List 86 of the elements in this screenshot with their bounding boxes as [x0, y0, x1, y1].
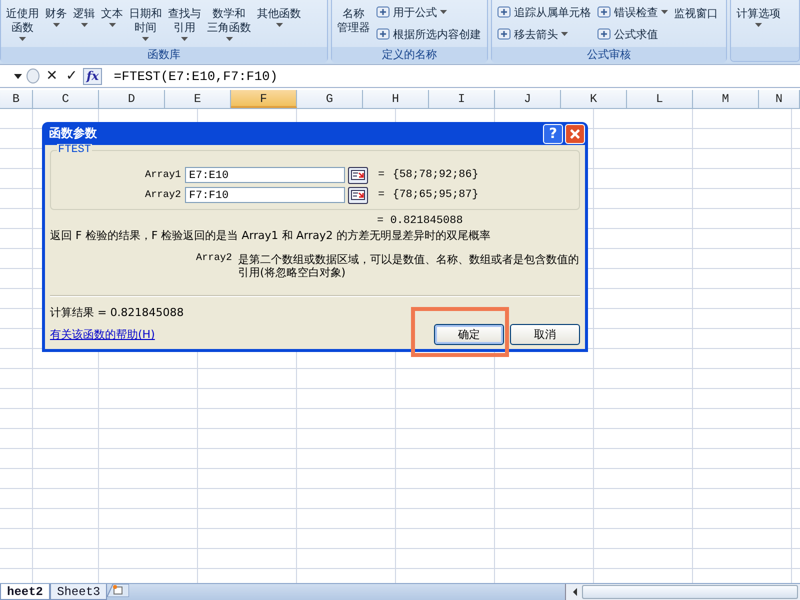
- argument-result: {78;65;95;87}: [392, 189, 478, 201]
- caret-icon: [560, 32, 568, 36]
- column-header[interactable]: J: [495, 90, 561, 108]
- cancel-button[interactable]: ✕: [44, 68, 60, 84]
- close-icon: [569, 128, 581, 140]
- range-select-icon: [351, 170, 365, 180]
- horizontal-scrollbar[interactable]: [565, 584, 800, 600]
- argument-label: Array2: [144, 190, 182, 200]
- help-link[interactable]: 有关该函数的帮助(H): [50, 327, 155, 342]
- group-footer: [731, 47, 799, 61]
- formula-text[interactable]: =FTEST(E7:E10,F7:F10): [114, 68, 278, 84]
- equals-sign: =: [378, 169, 385, 181]
- caret-icon: [660, 10, 668, 14]
- caret-icon: [276, 23, 282, 27]
- calculation-result: 计算结果 = 0.821845088: [50, 305, 185, 320]
- ribbon-button[interactable]: 数学和 三角函数: [204, 1, 254, 47]
- dialog-title: 函数参数: [49, 125, 97, 142]
- caret-icon: [142, 37, 149, 41]
- ribbon-button[interactable]: 移去箭头: [494, 23, 594, 45]
- ribbon-button[interactable]: 近使用 函数: [3, 1, 42, 47]
- caret-icon: [226, 37, 232, 41]
- sheet-tab[interactable]: heet2: [0, 584, 50, 600]
- ribbon-button[interactable]: 名称 管理器: [334, 1, 373, 47]
- ribbon-button[interactable]: 监视窗口: [670, 1, 721, 47]
- collapse-dialog-button[interactable]: [348, 186, 368, 204]
- ribbon-button[interactable]: 公式求值: [594, 23, 671, 45]
- help-button[interactable]: ?: [543, 124, 563, 144]
- ribbon-button[interactable]: 其他函数: [254, 1, 304, 47]
- ribbon-button[interactable]: 错误检查: [594, 1, 671, 23]
- ribbon-button[interactable]: 计算选项: [733, 1, 784, 47]
- column-header[interactable]: N: [759, 90, 800, 108]
- scroll-thumb[interactable]: [582, 585, 798, 599]
- column-header[interactable]: M: [693, 90, 759, 108]
- column-header[interactable]: D: [99, 90, 165, 108]
- caret-icon: [754, 23, 762, 27]
- tool-icon: [376, 27, 390, 41]
- sheet-tab[interactable]: Sheet3: [50, 584, 108, 600]
- ribbon-button[interactable]: 财务: [42, 1, 70, 47]
- ribbon-button[interactable]: 文本: [98, 1, 126, 47]
- column-header[interactable]: B: [0, 90, 33, 108]
- ribbon-button[interactable]: 根据所选内容创建: [372, 23, 484, 45]
- formula-result: = 0.821845088: [377, 215, 463, 227]
- group-label: 定义的名称: [332, 47, 487, 63]
- argument-label: Array1: [144, 170, 182, 180]
- tool-icon: [496, 5, 511, 19]
- column-header[interactable]: G: [297, 90, 363, 108]
- caret-icon[interactable]: [14, 74, 22, 78]
- group-label: 函数库: [1, 47, 327, 63]
- function-description: 返回 F 检验的结果，F 检验返回的是当 Array1 和 Array2 的方差无明显差异时的双尾概率: [50, 228, 492, 243]
- close-button[interactable]: [565, 124, 585, 144]
- group-label: 公式审核: [492, 47, 726, 63]
- argument-field[interactable]: F7:F10: [185, 187, 345, 203]
- ribbon-button[interactable]: 日期和 时间: [126, 1, 165, 47]
- collapse-dialog-button[interactable]: [348, 166, 368, 184]
- tool-icon: [496, 27, 511, 41]
- ribbon-button[interactable]: 逻辑: [70, 1, 98, 47]
- column-header[interactable]: F: [231, 90, 297, 108]
- caret-icon: [19, 37, 26, 41]
- ribbon-button[interactable]: 查找与 引用: [165, 1, 204, 47]
- caret-icon: [108, 23, 116, 27]
- tool-icon: [376, 5, 390, 19]
- insert-sheet-icon[interactable]: [107, 584, 130, 597]
- dialog-button[interactable]: 确定: [434, 324, 504, 345]
- splitter-handle-icon[interactable]: [26, 68, 40, 84]
- argument-result: {58;78;92;86}: [392, 169, 478, 181]
- equals-sign: =: [378, 189, 385, 201]
- column-header[interactable]: L: [627, 90, 693, 108]
- caret-icon: [52, 23, 60, 27]
- ribbon-button[interactable]: 追踪从属单元格: [494, 1, 594, 23]
- ribbon-button[interactable]: 用于公式: [372, 1, 484, 23]
- argument-field[interactable]: E7:E10: [185, 167, 345, 183]
- column-header[interactable]: I: [429, 90, 495, 108]
- argument-description: 是第二个数组或数据区域，可以是数值、名称、数组或者是包含数值的引用(将忽略空白对象): [238, 253, 580, 279]
- column-header[interactable]: H: [363, 90, 429, 108]
- insert-function-button[interactable]: fx: [83, 68, 102, 84]
- enter-button[interactable]: ✓: [64, 68, 80, 84]
- range-select-icon: [351, 190, 365, 200]
- dialog-button[interactable]: 取消: [510, 324, 580, 345]
- caret-icon: [440, 10, 447, 14]
- caret-icon: [80, 23, 88, 27]
- tool-icon: [596, 5, 611, 19]
- argument-name: Array2: [196, 253, 232, 266]
- column-header[interactable]: C: [33, 90, 99, 108]
- caret-icon: [181, 37, 188, 41]
- tool-icon: [596, 27, 611, 41]
- column-header[interactable]: K: [561, 90, 627, 108]
